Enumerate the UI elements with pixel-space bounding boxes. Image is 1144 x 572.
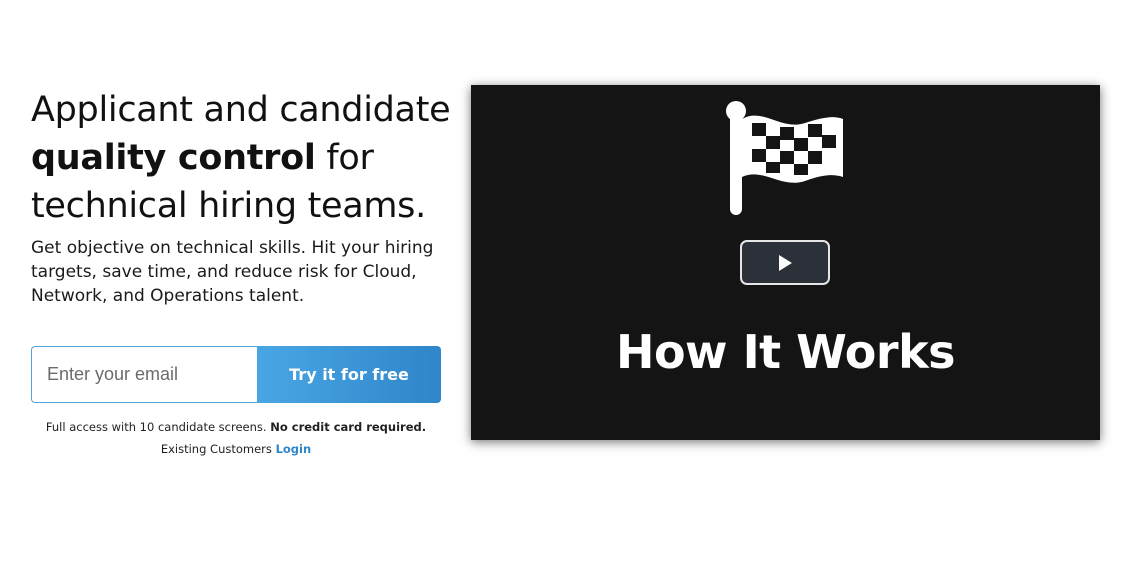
hero-copy: Applicant and candidate quality control … [31,86,451,308]
login-link[interactable]: Login [276,442,312,456]
play-icon [779,254,792,271]
headline-for: for [315,138,374,178]
signup-form: Try it for free [31,346,441,403]
hero-section: Applicant and candidate quality control … [0,0,1144,572]
play-button[interactable] [740,240,830,285]
existing-customers-line: Existing Customers Login [31,438,441,460]
page-title: Applicant and candidate quality control … [31,86,451,230]
hero-subhead: Get objective on technical skills. Hit y… [31,238,434,306]
headline-line-1: Applicant and candidate [31,90,451,130]
existing-customers-text: Existing Customers [160,442,272,456]
fineprint-no-card: No credit card required. [270,420,427,434]
signup-fineprint: Full access with 10 candidate screens. N… [31,416,441,460]
fineprint-line: Full access with 10 candidate screens. N… [31,416,441,438]
email-field[interactable] [31,346,257,403]
headline-emphasis: quality control [31,138,316,178]
video-title: How It Works [615,325,956,379]
try-free-button[interactable]: Try it for free [257,346,441,403]
headline-line-3: technical hiring teams. [31,186,426,226]
checkered-flag-icon [726,101,843,215]
how-it-works-video[interactable]: How It Works [471,85,1100,440]
fineprint-text: Full access with 10 candidate screens. [45,420,267,434]
